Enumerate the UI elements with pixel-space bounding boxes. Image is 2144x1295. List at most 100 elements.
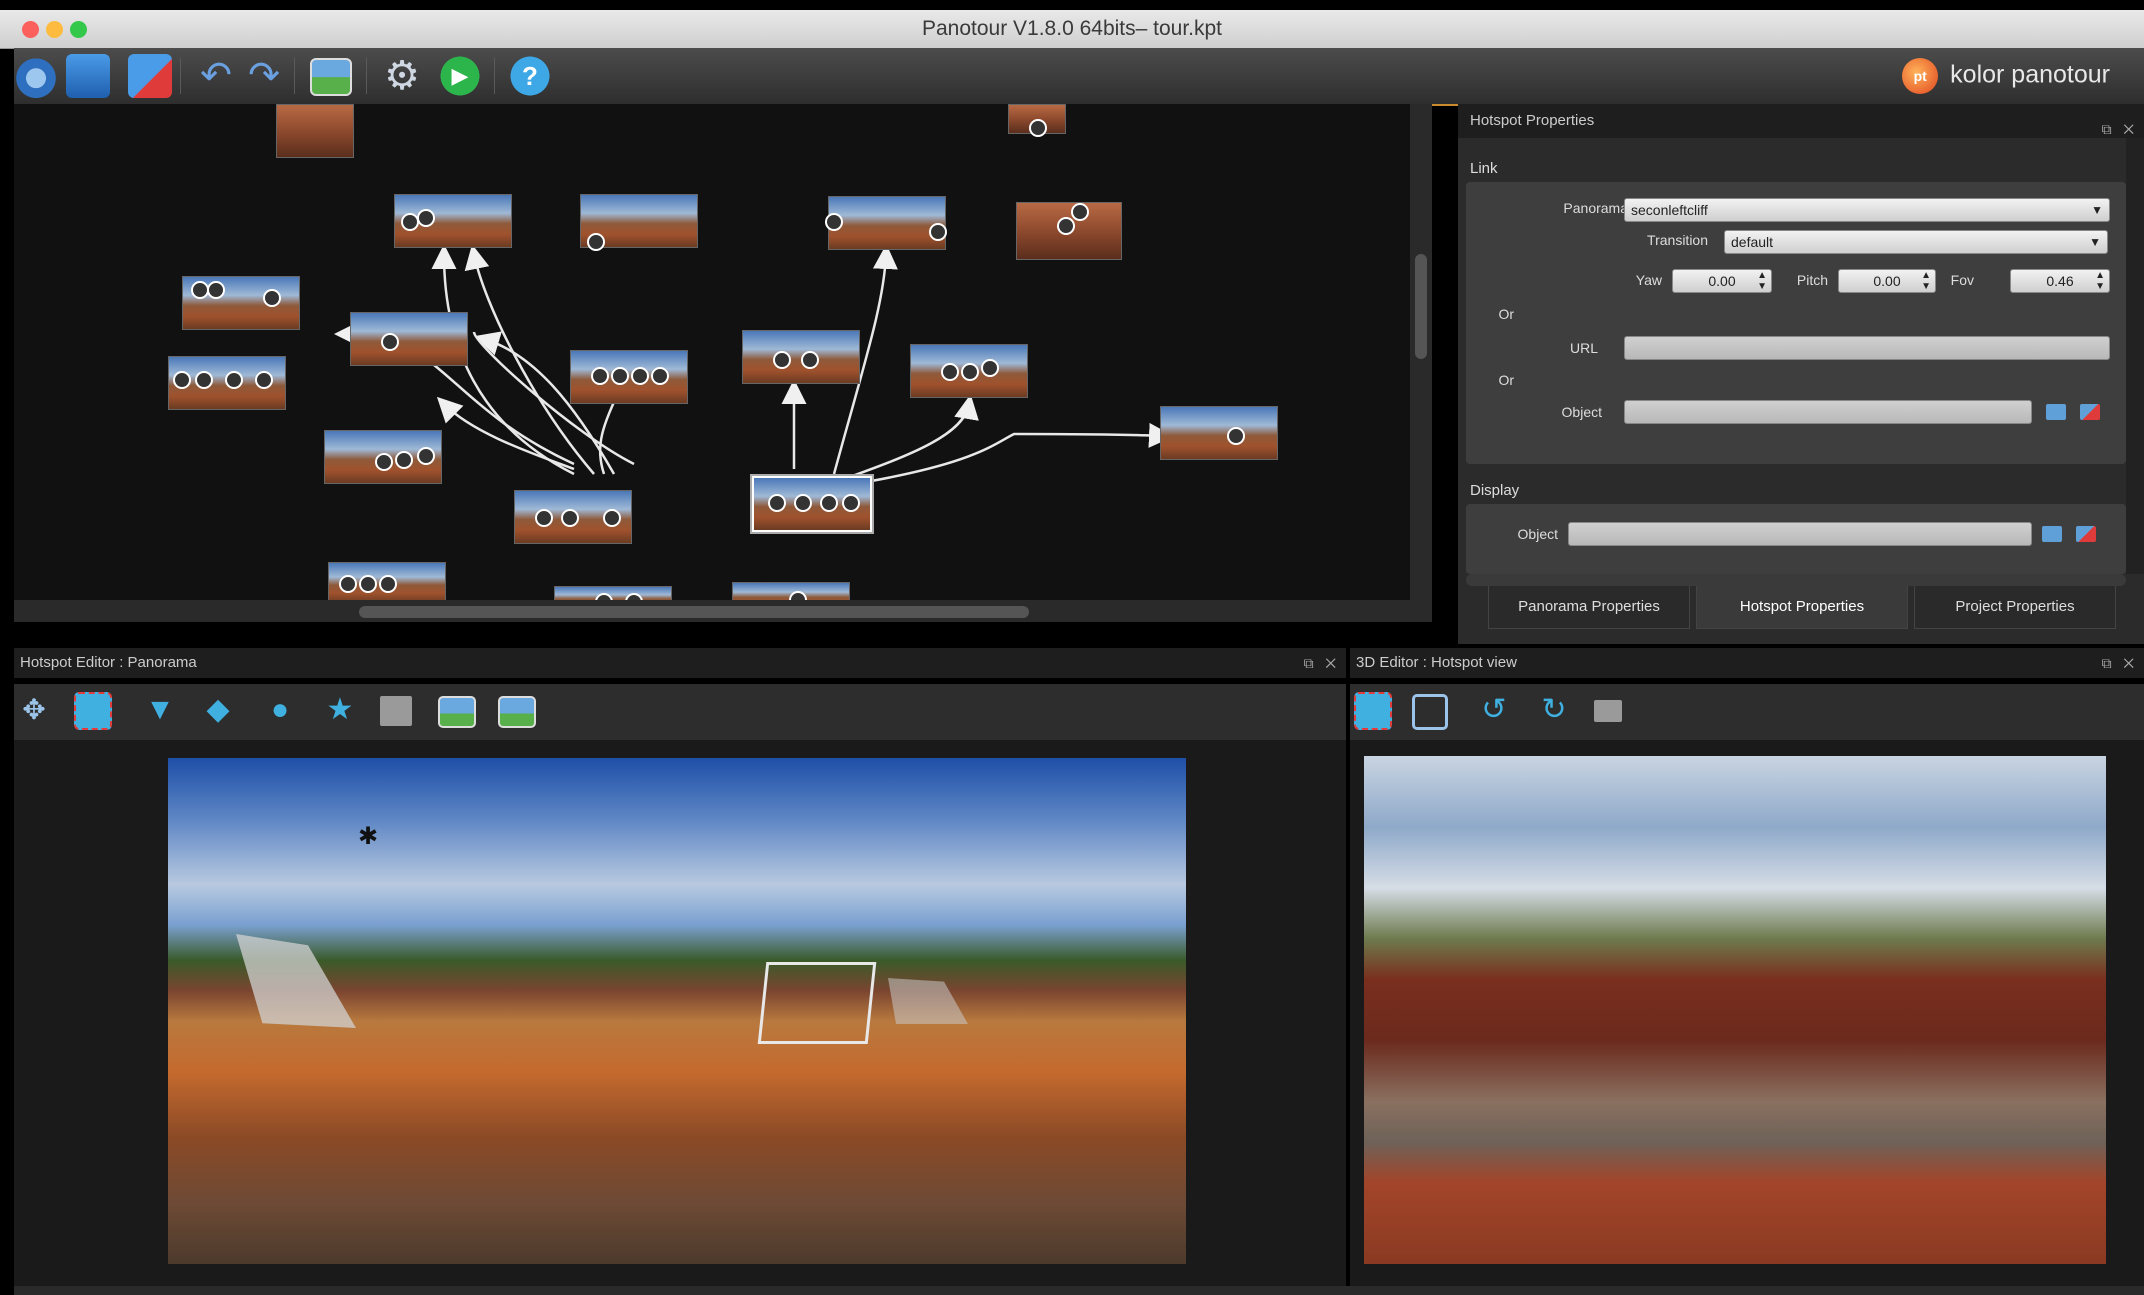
settings-gear-icon[interactable]: ⚙ [380, 54, 424, 98]
panorama-node[interactable] [168, 356, 286, 410]
pitch-spinbox[interactable]: 0.00 ▲ ▼ [1838, 269, 1936, 293]
build-play-icon[interactable]: ▶ [438, 54, 482, 98]
chevron-down-icon: ▼ [2091, 203, 2103, 217]
tab-panorama-properties[interactable]: Panorama Properties [1488, 586, 1690, 629]
window-title-bar: Panotour V1.8.0 64bits– tour.kpt [0, 10, 2144, 49]
tab-hotspot-properties[interactable]: Hotspot Properties [1696, 586, 1908, 629]
tab-project-properties[interactable]: Project Properties [1914, 586, 2116, 629]
or-label: Or [1498, 372, 1514, 388]
panorama-node[interactable] [394, 194, 512, 248]
fov-value: 0.46 [2046, 273, 2074, 289]
add-image-hotspot-icon[interactable] [380, 696, 412, 726]
panorama-node[interactable] [825, 196, 947, 250]
panel-title-text: Hotspot Properties [1470, 112, 1595, 129]
hotspot-properties-panel: Hotspot Properties ⧉ ✕ Link Panorama sec… [1458, 104, 2144, 644]
add-polygon-hotspot-icon[interactable]: ◆ [198, 690, 238, 730]
panorama-node[interactable] [350, 312, 468, 366]
select-area-tool-icon[interactable] [1354, 692, 1392, 730]
browse-object-icon[interactable] [2042, 526, 2062, 542]
display-object-label: Object [1517, 526, 1558, 542]
float-panel-icon[interactable]: ⧉ [2102, 121, 2112, 137]
close-panel-icon[interactable]: ✕ [1325, 655, 1336, 671]
properties-horizontal-scrollbar[interactable] [1466, 574, 2126, 586]
transition-select[interactable]: default ▼ [1724, 230, 2108, 254]
clear-object-icon[interactable] [2076, 526, 2096, 542]
3d-editor-title-text: 3D Editor : Hotspot view [1356, 654, 1517, 671]
float-panel-icon[interactable]: ⧉ [1304, 655, 1314, 671]
fov-label: Fov [1950, 272, 1974, 288]
panorama-node[interactable] [580, 194, 698, 251]
stepper-icon[interactable]: ▲ ▼ [1921, 270, 1931, 292]
float-panel-icon[interactable]: ⧉ [2102, 655, 2112, 671]
panorama-node[interactable] [182, 276, 300, 330]
tour-graph-canvas[interactable] [14, 104, 1432, 622]
panorama-select-value: seconleftcliff [1631, 202, 1708, 218]
add-circle-hotspot-icon[interactable]: ● [260, 690, 300, 730]
panorama-node[interactable] [324, 430, 442, 484]
select-area-tool-icon[interactable] [74, 692, 112, 730]
add-picture-hotspot-icon[interactable] [438, 696, 476, 728]
panorama-node[interactable] [742, 330, 860, 384]
clear-object-icon[interactable] [2080, 404, 2100, 420]
panorama-label: Panorama [1563, 200, 1628, 216]
scroll-thumb[interactable] [1415, 254, 1427, 359]
selected-panorama-node[interactable] [752, 476, 872, 532]
polygon-hotspot[interactable] [888, 978, 968, 1024]
add-panorama-icon[interactable] [310, 58, 352, 96]
yaw-spinbox[interactable]: 0.00 ▲ ▼ [1672, 269, 1772, 293]
panorama-select[interactable]: seconleftcliff ▼ [1624, 198, 2110, 222]
stepper-icon[interactable]: ▲ ▼ [2095, 270, 2105, 292]
main-toolbar: ↶ ↷ ⚙ ▶ ? pt kolor panotour [14, 48, 2144, 106]
panorama-node[interactable] [1016, 202, 1122, 260]
3d-editor-viewport[interactable] [1350, 740, 2144, 1286]
open-project-icon[interactable] [14, 54, 58, 98]
point-hotspot[interactable]: ✱ [358, 822, 378, 851]
link-section-label: Link [1470, 160, 1498, 177]
help-icon[interactable]: ? [508, 54, 552, 98]
hotspot-editor-toolbar: ✥ ▼ ◆ ● ★ [14, 684, 1346, 740]
panorama-node[interactable] [1160, 406, 1278, 460]
hotspot-editor-viewport[interactable]: ✱ [14, 740, 1346, 1286]
scroll-thumb[interactable] [359, 606, 1029, 618]
polygon-hotspot[interactable] [757, 962, 877, 1044]
panorama-node[interactable] [1008, 104, 1066, 137]
graph-vertical-scrollbar[interactable] [1410, 104, 1432, 622]
redo-icon[interactable]: ↷ [242, 54, 286, 98]
add-point-hotspot-icon[interactable]: ▼ [140, 690, 180, 730]
browse-object-icon[interactable] [2046, 404, 2066, 420]
hotspot-editor-title: Hotspot Editor : Panorama ⧉ ✕ [14, 648, 1346, 678]
graph-horizontal-scrollbar[interactable] [14, 600, 1410, 622]
close-panel-icon[interactable]: ✕ [2123, 121, 2134, 137]
stepper-icon[interactable]: ▲ ▼ [1757, 270, 1767, 292]
add-picture-variant-icon[interactable] [498, 696, 536, 728]
equirectangular-panorama[interactable]: ✱ [168, 758, 1186, 1264]
properties-vertical-scrollbar[interactable] [2126, 138, 2144, 574]
transition-label: Transition [1647, 232, 1708, 248]
fov-spinbox[interactable]: 0.46 ▲ ▼ [2010, 269, 2110, 293]
close-project-icon[interactable] [128, 54, 172, 98]
3d-editor-title: 3D Editor : Hotspot view ⧉ ✕ [1350, 648, 2144, 678]
image-menu-icon[interactable] [1594, 700, 1622, 722]
save-icon[interactable] [66, 54, 110, 98]
panorama-node[interactable] [910, 344, 1028, 398]
or-label: Or [1498, 306, 1514, 322]
url-field[interactable] [1624, 336, 2110, 360]
chevron-down-icon: ▼ [2089, 235, 2101, 249]
panorama-node[interactable] [570, 350, 688, 404]
object-field[interactable] [1624, 400, 2032, 424]
rotate-right-view-icon[interactable]: ↻ [1534, 690, 1574, 730]
view-frame-icon[interactable] [1412, 694, 1448, 730]
yaw-label: Yaw [1635, 272, 1662, 288]
polygon-hotspot[interactable] [236, 934, 356, 1028]
panorama-node[interactable] [276, 104, 354, 158]
close-panel-icon[interactable]: ✕ [2123, 655, 2134, 671]
undo-icon[interactable]: ↶ [194, 54, 238, 98]
display-object-field[interactable] [1568, 522, 2032, 546]
panorama-node[interactable] [328, 562, 446, 604]
rotate-left-view-icon[interactable]: ↺ [1474, 690, 1514, 730]
add-star-hotspot-icon[interactable]: ★ [320, 690, 360, 730]
graph-links [334, 244, 1174, 486]
panorama-node[interactable] [514, 490, 632, 544]
select-move-tool-icon[interactable]: ✥ [14, 690, 54, 730]
hotspot-3d-view[interactable] [1364, 756, 2106, 1264]
